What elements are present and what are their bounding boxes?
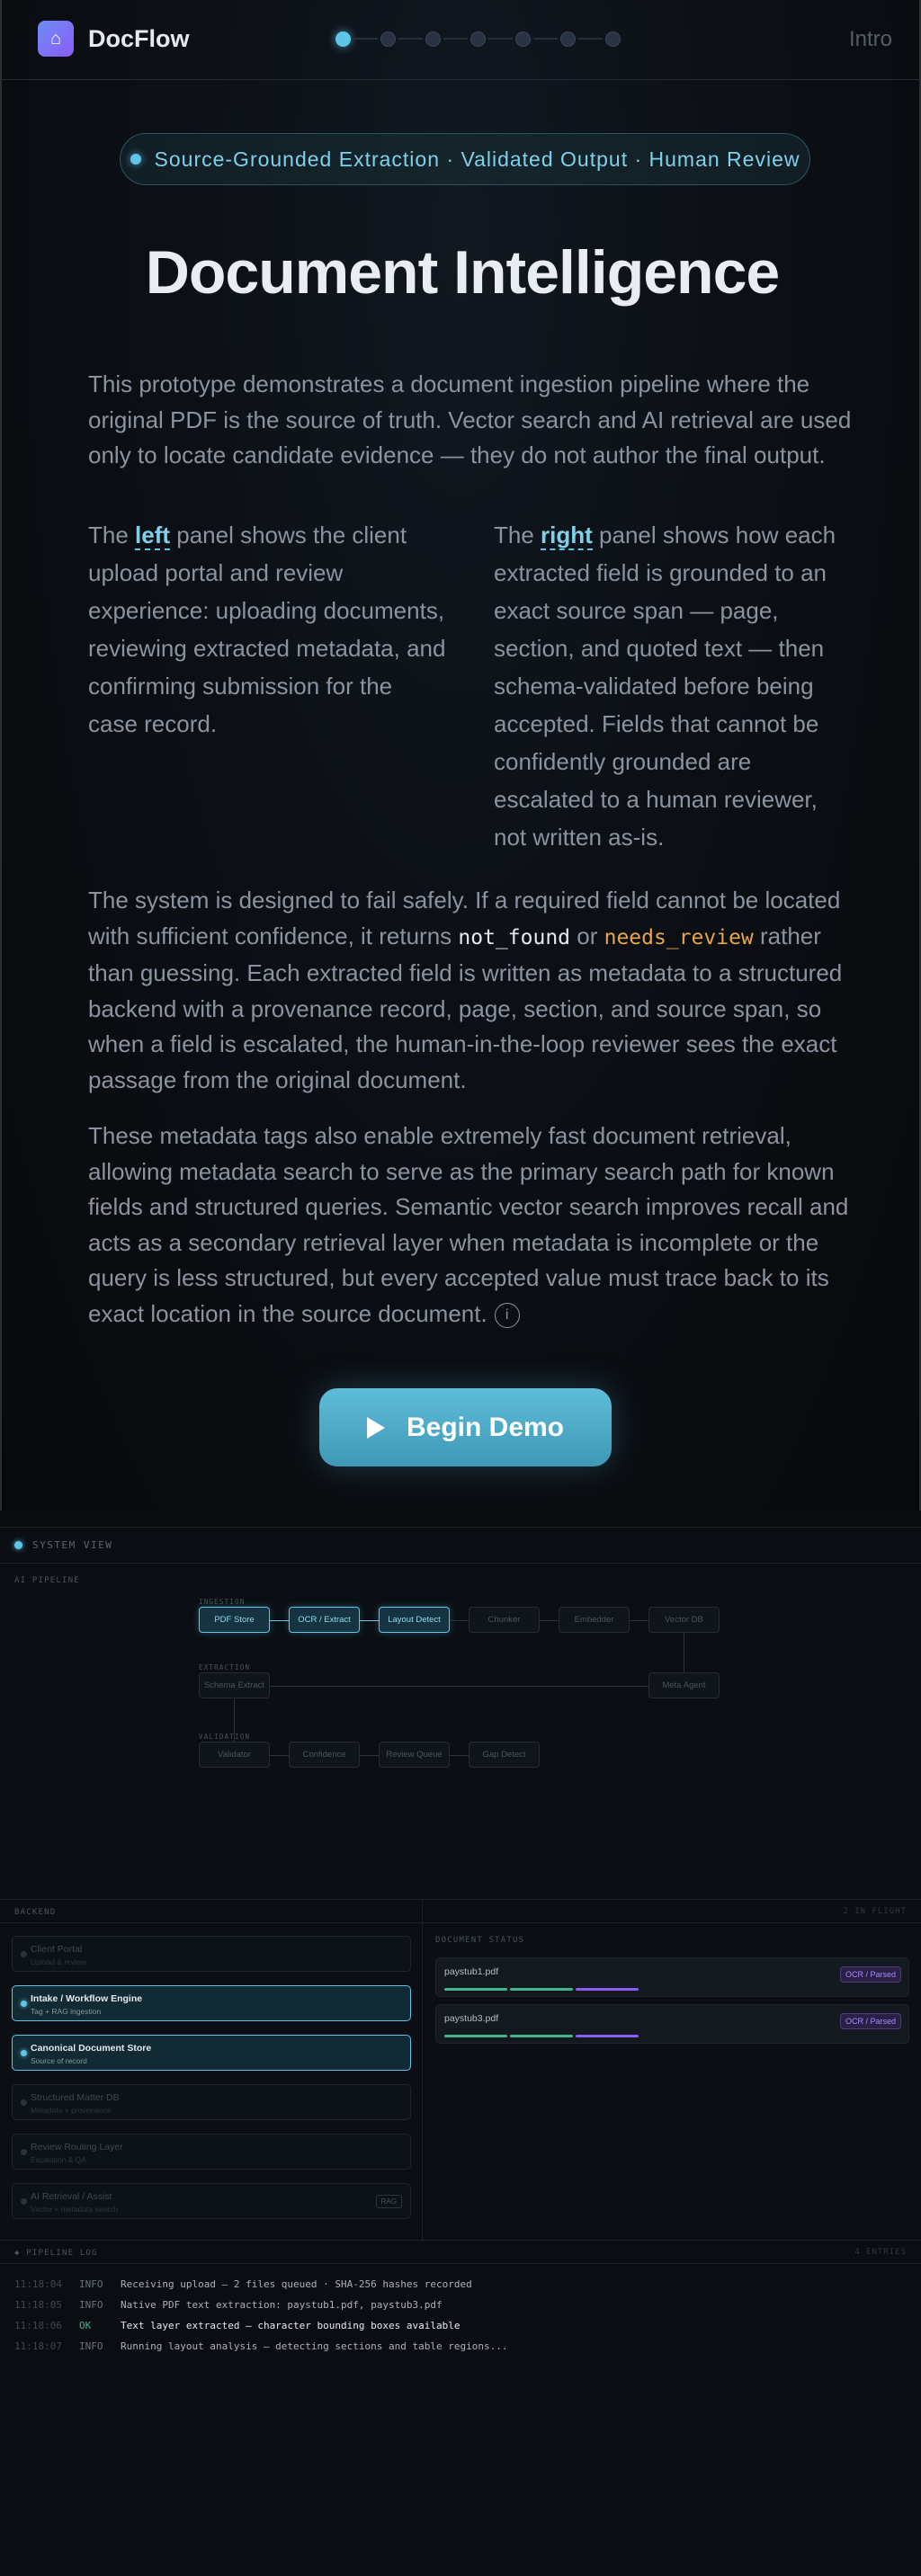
backend-stack: Client Portal Upload & review Intake / Wo… [0,1900,423,2240]
step-dot[interactable] [335,31,351,47]
rag-badge: RAG [375,2195,402,2208]
group-validation: VALIDATION [199,1733,251,1741]
node-review-queue[interactable]: Review Queue [379,1742,450,1768]
backend-intake-engine[interactable]: Intake / Workflow Engine Tag + RAG ingest… [12,1985,411,2021]
pill-text: Source-Grounded Extraction · Validated O… [154,147,800,171]
current-step-label: Intro [848,27,892,51]
document-status-panel: DOCUMENT STATUS paystub1.pdf OCR / Parse… [424,1923,921,2240]
step-dot[interactable] [380,31,396,47]
page-title: Document Intelligence [145,238,780,307]
status-badge: OCR / Parsed [839,2013,901,2029]
begin-demo-label: Begin Demo [406,1412,565,1442]
node-confidence[interactable]: Confidence [289,1742,360,1768]
fail-safe-paragraph: The system is designed to fail safely. I… [88,887,843,1093]
step-dot[interactable] [515,31,531,47]
node-meta-agent[interactable]: Meta Agent [648,1672,720,1698]
node-chunker[interactable]: Chunker [469,1607,540,1633]
feature-pill: Source-Grounded Extraction · Validated O… [120,133,810,185]
left-panel-description: The left panel shows the client upload p… [88,521,446,737]
intro-paragraph: This prototype demonstrates a document i… [88,370,852,468]
node-validator[interactable]: Validator [199,1742,270,1768]
backend-ai-retrieval[interactable]: AI Retrieval / Assist Vector + metadata s… [12,2183,411,2219]
backend-review-routing[interactable]: Review Routing Layer Escalation & QA [12,2134,411,2170]
backend-client-portal[interactable]: Client Portal Upload & review [12,1936,411,1972]
backend-document-store[interactable]: Canonical Document Store Source of record [12,2035,411,2071]
pipeline-log-header: ◆ PIPELINE LOG 4 ENTRIES [0,2241,921,2264]
pipeline-log: ◆ PIPELINE LOG 4 ENTRIES 11:18:04 INFO Rec… [0,2240,921,2576]
begin-demo-button[interactable]: Begin Demo [319,1388,612,1466]
code-not-found: not_found [458,925,571,949]
home-icon[interactable]: ⌂ [38,21,74,57]
step-dot[interactable] [605,31,621,47]
right-highlight[interactable]: right [541,521,593,550]
top-nav: ⌂ DocFlow Intro [2,0,921,80]
node-vector-db[interactable]: Vector DB [648,1607,720,1633]
system-view-header: SYSTEM VIEW [0,1528,921,1564]
info-icon[interactable]: i [494,1302,520,1328]
code-needs-review: needs_review [604,925,754,949]
step-dot[interactable] [425,31,441,47]
system-view-title: SYSTEM VIEW [32,1539,113,1551]
backend-matter-db[interactable]: Structured Matter DB Metadata + provenanc… [12,2084,411,2120]
log-entry: 11:18:06 OK Text layer extracted — charact… [14,2320,460,2331]
node-gap-detect[interactable]: Gap Detect [469,1742,540,1768]
right-panel-description: The right panel shows how each extracted… [494,521,836,851]
group-ingestion: INGESTION [199,1598,246,1606]
status-badge: OCR / Parsed [839,1966,901,1983]
log-entry: 11:18:05 INFO Native PDF text extraction: … [14,2299,443,2311]
brand-name: DocFlow [88,25,190,52]
node-pdf-store[interactable]: PDF Store [199,1607,270,1633]
left-highlight[interactable]: left [135,521,171,550]
node-ocr-extract[interactable]: OCR / Extract [289,1607,360,1633]
step-dot[interactable] [560,31,576,47]
pipeline-label: AI PIPELINE [14,1576,80,1585]
group-extraction: EXTRACTION [199,1663,251,1671]
log-count: 4 ENTRIES [854,2248,907,2257]
log-entry: 11:18:04 INFO Receiving upload — 2 files q… [14,2278,472,2290]
node-schema-extract[interactable]: Schema Extract [199,1672,270,1698]
document-name: paystub3.pdf [444,2013,499,2024]
document-card[interactable]: paystub3.pdf OCR / Parsed [435,2004,909,2044]
status-dot-icon [130,154,141,165]
backend-inflight: 2 IN FLIGHT [843,1907,907,1916]
node-layout-detect[interactable]: Layout Detect [379,1607,450,1633]
metadata-paragraph: These metadata tags also enable extremel… [88,1122,849,1328]
ai-pipeline: AI PIPELINE INGESTION EXTRACTION VALIDAT… [0,1564,921,1900]
intro-panel: ⌂ DocFlow Intro Source-Grounded Extracti… [0,0,921,1511]
document-status-label: DOCUMENT STATUS [435,1936,525,1945]
step-indicator [335,30,621,48]
document-card[interactable]: paystub1.pdf OCR / Parsed [435,1957,909,1997]
node-embedder[interactable]: Embedder [559,1607,630,1633]
pipeline-log-label: ◆ PIPELINE LOG [14,2249,98,2258]
log-entry: 11:18:07 INFO Running layout analysis — de… [14,2340,508,2352]
step-dot[interactable] [470,31,486,47]
status-dot-icon [14,1541,22,1549]
document-name: paystub1.pdf [444,1966,499,1977]
system-view-panel: SYSTEM VIEW AI PIPELINE INGESTION EXTRAC… [0,1527,921,2576]
play-icon [366,1416,385,1439]
